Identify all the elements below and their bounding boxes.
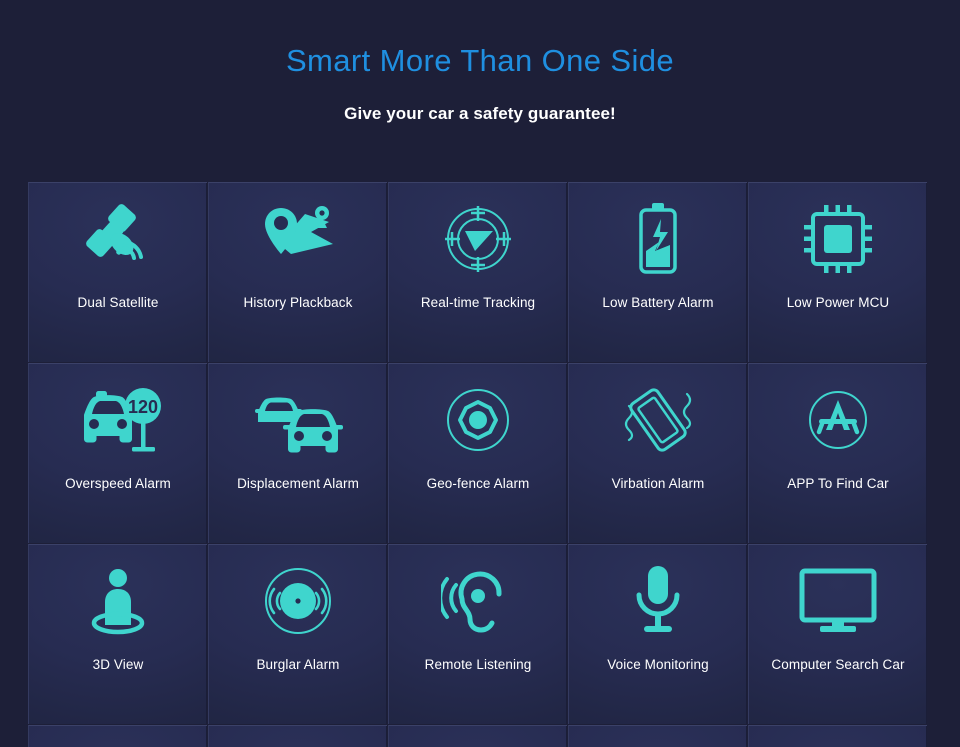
- feature-card-label: Dual Satellite: [77, 295, 159, 310]
- feature-card-overspeed-alarm[interactable]: 120 Overspeed Alarm: [28, 363, 207, 543]
- satellite-icon: [29, 183, 207, 295]
- feature-card-app-to-find-car[interactable]: APP To Find Car: [748, 363, 927, 543]
- battery-low-icon: [569, 183, 747, 295]
- feature-card-label: Overspeed Alarm: [65, 476, 171, 491]
- feature-card-3d-view[interactable]: 3D View: [28, 544, 207, 724]
- monitor-icon: [749, 545, 927, 657]
- feature-card-label: Low Battery Alarm: [602, 295, 714, 310]
- feature-card-label: Displacement Alarm: [237, 476, 359, 491]
- feature-card-label: Geo-fence Alarm: [426, 476, 530, 491]
- feature-card-label: Virbation Alarm: [611, 476, 705, 491]
- ear-listen-icon: [389, 545, 567, 657]
- page-title: Smart More Than One Side: [285, 43, 675, 78]
- feature-card-partial-3[interactable]: [388, 725, 567, 747]
- feature-card-computer-search-car[interactable]: Computer Search Car: [748, 544, 927, 724]
- siren-disc-icon: [209, 545, 387, 657]
- page-subtitle: Give your car a safety guarantee!: [344, 104, 616, 124]
- feature-card-partial-2[interactable]: [208, 725, 387, 747]
- feature-card-label: Real-time Tracking: [420, 295, 536, 310]
- vibrating-phone-icon: [569, 364, 747, 476]
- feature-card-remote-listening[interactable]: Remote Listening: [388, 544, 567, 724]
- feature-card-voice-monitoring[interactable]: Voice Monitoring: [568, 544, 747, 724]
- feature-card-burglar-alarm[interactable]: Burglar Alarm: [208, 544, 387, 724]
- placeholder-icon: [389, 726, 567, 747]
- feature-card-label: Burglar Alarm: [256, 657, 340, 672]
- person-platform-icon: [29, 545, 207, 657]
- feature-card-label: Voice Monitoring: [607, 657, 709, 672]
- feature-card-geo-fence-alarm[interactable]: Geo-fence Alarm: [388, 363, 567, 543]
- feature-card-label: History Plackback: [243, 295, 353, 310]
- microphone-icon: [569, 545, 747, 657]
- two-cars-icon: [209, 364, 387, 476]
- cpu-chip-icon: [749, 183, 927, 295]
- feature-grid-page: Smart More Than One Side Give your car a…: [0, 0, 960, 747]
- route-pin-icon: [209, 183, 387, 295]
- feature-card-label: Remote Listening: [424, 657, 532, 672]
- feature-card-label: 3D View: [92, 657, 144, 672]
- placeholder-icon: [209, 726, 387, 747]
- placeholder-icon: [749, 726, 927, 747]
- feature-card-partial-1[interactable]: [28, 725, 207, 747]
- car-speed-sign-icon: 120: [29, 364, 207, 476]
- feature-card-label: Computer Search Car: [771, 657, 905, 672]
- feature-card-label: APP To Find Car: [787, 476, 889, 491]
- feature-card-label: Low Power MCU: [786, 295, 890, 310]
- feature-card-history-plackback[interactable]: History Plackback: [208, 182, 387, 362]
- geofence-circle-icon: [389, 364, 567, 476]
- compass-target-icon: [389, 183, 567, 295]
- app-store-icon: [749, 364, 927, 476]
- feature-card-partial-4[interactable]: [568, 725, 747, 747]
- feature-card-virbation-alarm[interactable]: Virbation Alarm: [568, 363, 747, 543]
- feature-grid: Dual Satellite History Plackback Real-ti…: [28, 182, 929, 747]
- speed-sign-value: 120: [128, 397, 158, 417]
- placeholder-icon: [569, 726, 747, 747]
- feature-card-low-battery-alarm[interactable]: Low Battery Alarm: [568, 182, 747, 362]
- feature-card-displacement-alarm[interactable]: Displacement Alarm: [208, 363, 387, 543]
- feature-card-partial-5[interactable]: [748, 725, 927, 747]
- page-header: Smart More Than One Side Give your car a…: [0, 0, 960, 124]
- feature-card-low-power-mcu[interactable]: Low Power MCU: [748, 182, 927, 362]
- feature-card-real-time-tracking[interactable]: Real-time Tracking: [388, 182, 567, 362]
- feature-card-dual-satellite[interactable]: Dual Satellite: [28, 182, 207, 362]
- placeholder-icon: [29, 726, 207, 747]
